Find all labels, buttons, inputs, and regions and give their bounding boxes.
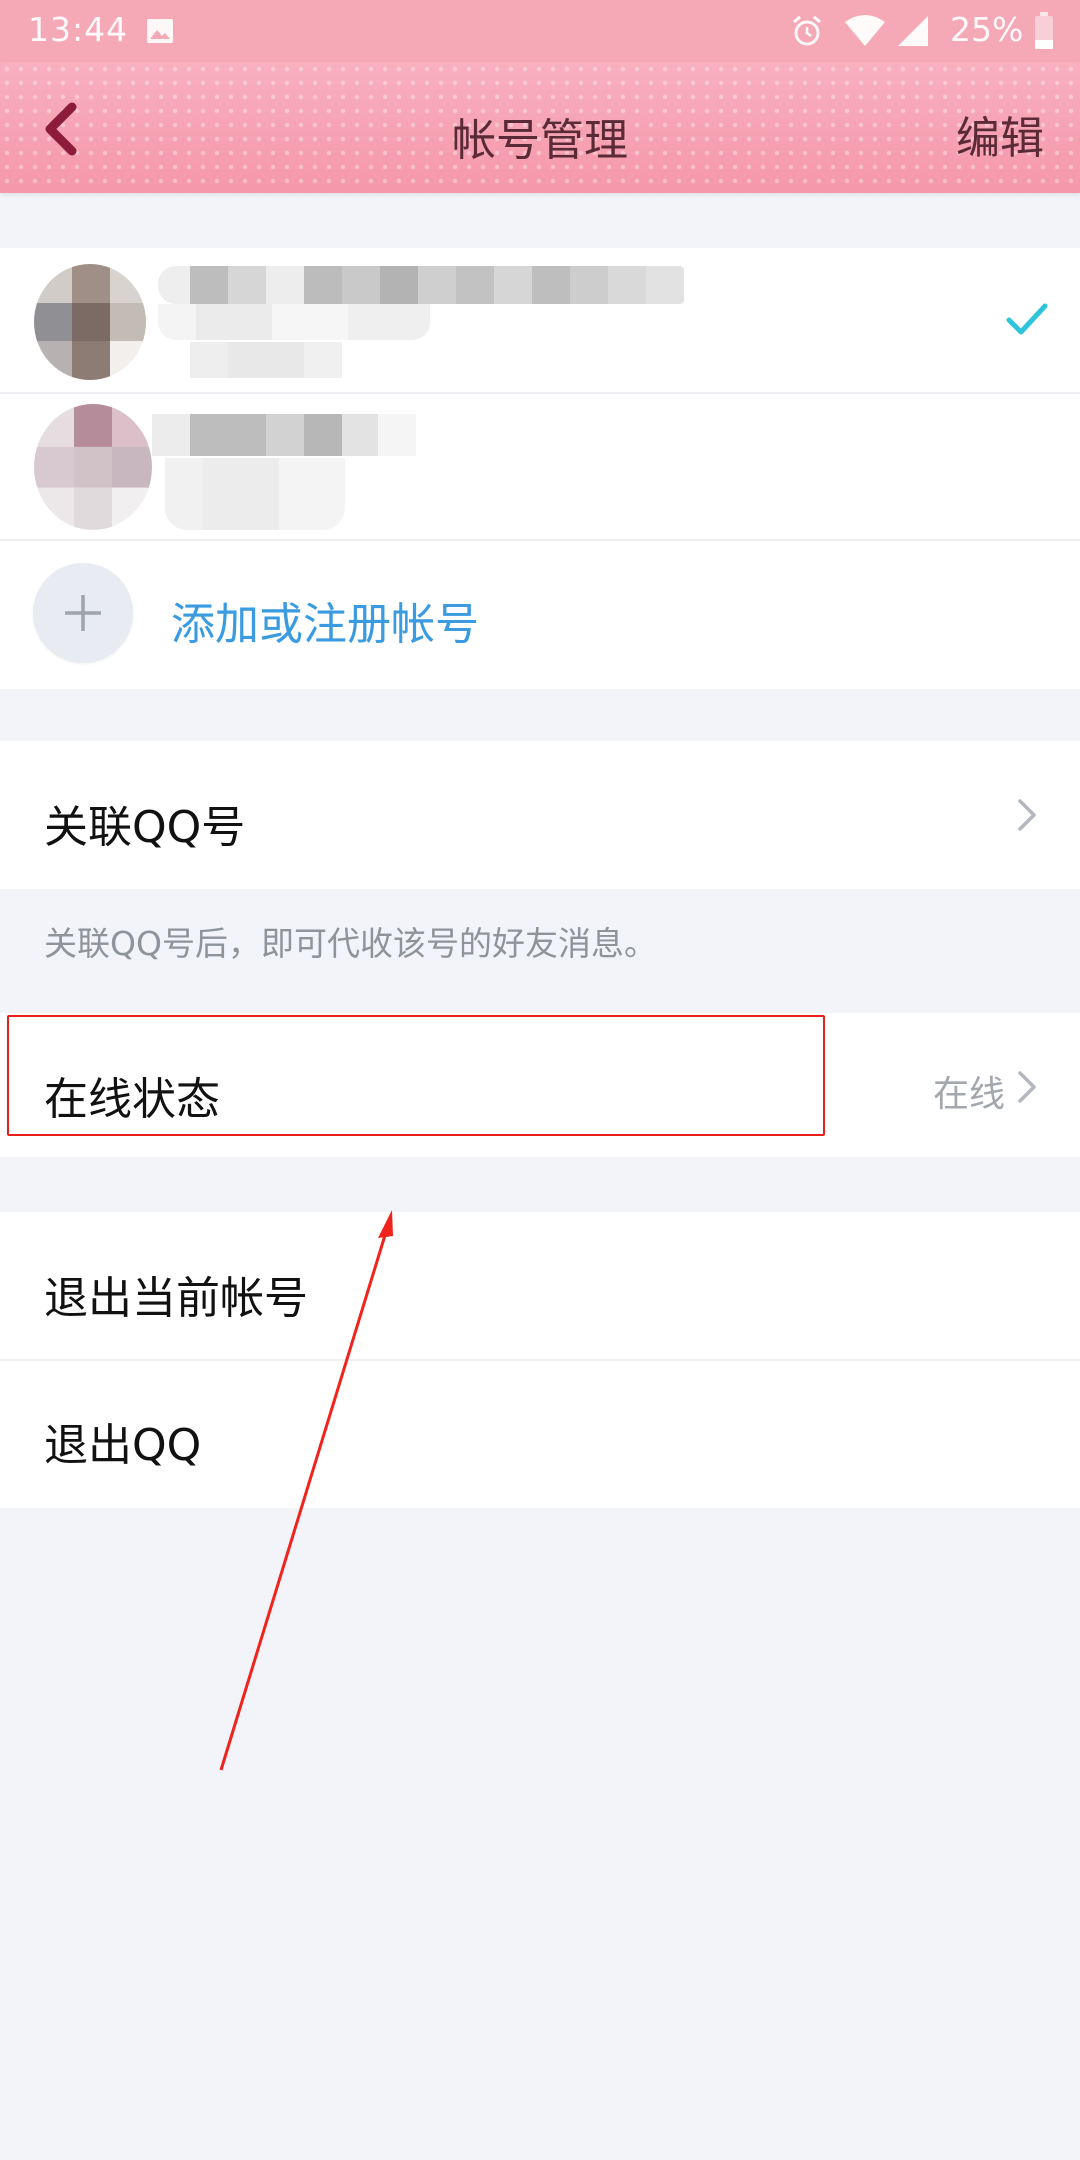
wifi-icon	[845, 15, 885, 46]
logout-label: 退出当前帐号	[44, 1273, 308, 1324]
add-account-row[interactable]	[0, 541, 1080, 689]
page-title: 帐号管理	[452, 115, 628, 166]
linked-qq-hint: 关联QQ号后，即可代收该号的好友消息。	[44, 924, 657, 963]
battery-percent: 25%	[950, 10, 1024, 49]
online-status-label: 在线状态	[44, 1074, 220, 1125]
title-bar: 帐号管理 编辑	[0, 62, 1080, 193]
linked-qq-row[interactable]: 关联QQ号	[0, 741, 1080, 889]
account-id-blurred	[165, 458, 345, 530]
edit-button[interactable]: 编辑	[956, 102, 1044, 166]
linked-qq-label: 关联QQ号	[44, 802, 246, 853]
quit-row[interactable]: 退出QQ	[0, 1361, 1080, 1508]
online-status-row[interactable]: 在线状态	[0, 1013, 1080, 1157]
account-name-blurred	[152, 414, 416, 456]
online-status-value: 在线	[933, 1074, 1006, 1115]
chevron-right-icon	[1018, 799, 1036, 831]
chevron-right-icon	[1018, 1071, 1036, 1103]
alarm-icon	[793, 15, 821, 46]
avatar-blurred	[34, 404, 152, 530]
battery-icon	[1035, 12, 1053, 49]
add-account-icon-circle[interactable]	[33, 563, 133, 663]
logout-row[interactable]: 退出当前帐号	[0, 1212, 1080, 1359]
quit-label: 退出QQ	[44, 1420, 202, 1471]
plus-icon	[65, 595, 101, 631]
selected-check-icon	[1006, 303, 1048, 335]
image-icon	[147, 19, 173, 43]
account-name-blurred	[158, 266, 684, 304]
signal-icon	[898, 16, 928, 46]
account-id-blurred	[190, 342, 342, 378]
add-account-link[interactable]: 添加或注册帐号	[171, 588, 479, 652]
status-bar: 13:44 25%	[0, 0, 1080, 62]
account-id-blurred	[158, 304, 430, 340]
status-time: 13:44	[28, 10, 129, 49]
avatar-blurred	[34, 264, 146, 380]
